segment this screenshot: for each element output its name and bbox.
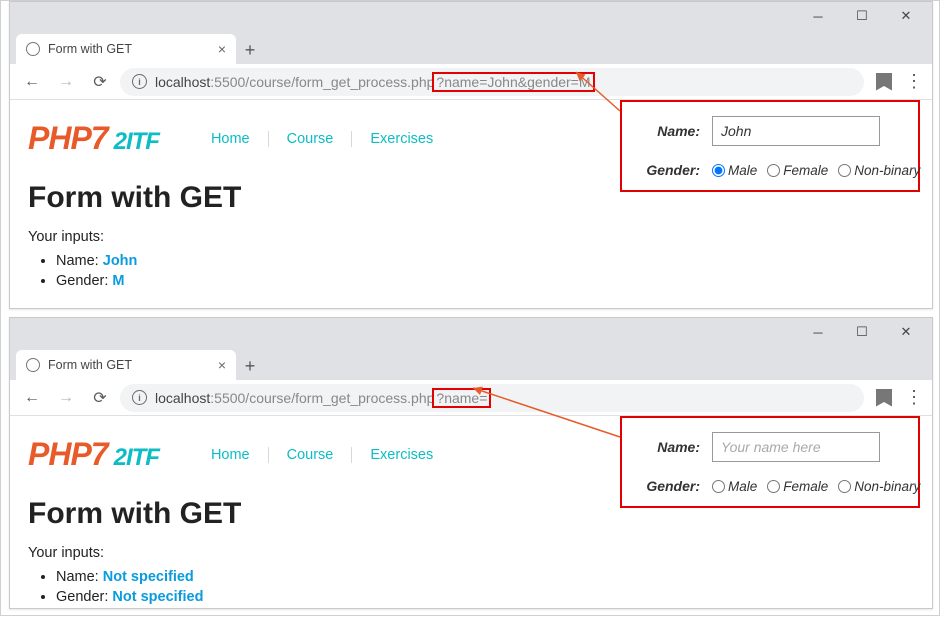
globe-icon <box>26 42 40 56</box>
inputs-list: Name: Not specified Gender: Not specifie… <box>28 567 914 607</box>
page-content: PHP7 2ITF Home Course Exercises Form wit… <box>10 416 932 617</box>
new-tab-button[interactable]: + <box>236 352 264 380</box>
forward-button[interactable]: → <box>52 68 80 96</box>
form-overlay: Name: Gender: Male Female Non-binary <box>620 416 920 508</box>
toolbar: ← → ⟳ i localhost:5500/course/form_get_p… <box>10 380 932 416</box>
radio-male-input[interactable] <box>712 480 725 493</box>
gender-value: Not specified <box>112 589 203 605</box>
back-button[interactable]: ← <box>18 68 46 96</box>
back-button[interactable]: ← <box>18 384 46 412</box>
brand-sub: 2ITF <box>114 444 159 472</box>
bookmark-icon[interactable] <box>870 73 898 91</box>
url-text: localhost:5500/course/form_get_process.p… <box>155 390 491 406</box>
tab-close-icon[interactable]: × <box>218 357 226 373</box>
browser-menu-button[interactable]: ⋮ <box>904 71 924 92</box>
gender-label: Gender: <box>636 162 700 178</box>
name-value: John <box>103 253 138 269</box>
site-brand[interactable]: PHP7 2ITF <box>28 120 159 157</box>
tab-title: Form with GET <box>48 42 210 56</box>
site-nav: Home Course Exercises <box>193 131 451 147</box>
radio-female-input[interactable] <box>767 164 780 177</box>
bookmark-icon[interactable] <box>870 389 898 407</box>
radio-nonbinary[interactable]: Non-binary <box>838 479 920 494</box>
address-bar[interactable]: i localhost:5500/course/form_get_process… <box>120 384 864 412</box>
url-query-highlight: ?name= <box>432 388 491 408</box>
nav-exercises[interactable]: Exercises <box>351 447 451 463</box>
radio-male[interactable]: Male <box>712 163 757 178</box>
window-minimize-button[interactable]: ─ <box>796 2 840 30</box>
nav-home[interactable]: Home <box>193 131 268 147</box>
site-nav: Home Course Exercises <box>193 447 451 463</box>
nav-course[interactable]: Course <box>268 131 352 147</box>
name-label: Name: <box>636 439 700 455</box>
browser-menu-button[interactable]: ⋮ <box>904 387 924 408</box>
list-item: Gender: M <box>56 271 914 291</box>
nav-exercises[interactable]: Exercises <box>351 131 451 147</box>
form-overlay: Name: Gender: Male Female Non-binary <box>620 100 920 192</box>
radio-female-input[interactable] <box>767 480 780 493</box>
url-query-highlight: ?name=John&gender=M <box>432 72 594 92</box>
window-maximize-button[interactable]: ☐ <box>840 318 884 346</box>
list-item: Name: John <box>56 251 914 271</box>
window-titlebar[interactable]: ─ ☐ ✕ <box>10 2 932 30</box>
tab-title: Form with GET <box>48 358 210 372</box>
inputs-heading: Your inputs: <box>28 229 914 245</box>
nav-course[interactable]: Course <box>268 447 352 463</box>
site-info-icon[interactable]: i <box>132 390 147 405</box>
name-label: Name: <box>636 123 700 139</box>
radio-nonbinary[interactable]: Non-binary <box>838 163 920 178</box>
brand-main: PHP7 <box>28 120 108 157</box>
tab-bar: Form with GET × + <box>10 30 932 64</box>
window-close-button[interactable]: ✕ <box>884 318 928 346</box>
toolbar: ← → ⟳ i localhost:5500/course/form_get_p… <box>10 64 932 100</box>
radio-nonbinary-input[interactable] <box>838 164 851 177</box>
window-close-button[interactable]: ✕ <box>884 2 928 30</box>
globe-icon <box>26 358 40 372</box>
url-text: localhost:5500/course/form_get_process.p… <box>155 74 595 90</box>
nav-home[interactable]: Home <box>193 447 268 463</box>
site-brand[interactable]: PHP7 2ITF <box>28 436 159 473</box>
inputs-heading: Your inputs: <box>28 545 914 561</box>
inputs-list: Name: John Gender: M <box>28 251 914 291</box>
browser-tab[interactable]: Form with GET × <box>16 350 236 380</box>
window-titlebar[interactable]: ─ ☐ ✕ <box>10 318 932 346</box>
radio-male[interactable]: Male <box>712 479 757 494</box>
name-input[interactable] <box>712 432 880 462</box>
reload-button[interactable]: ⟳ <box>86 384 114 412</box>
gender-value: M <box>112 273 124 289</box>
browser-tab[interactable]: Form with GET × <box>16 34 236 64</box>
window-maximize-button[interactable]: ☐ <box>840 2 884 30</box>
tab-close-icon[interactable]: × <box>218 41 226 57</box>
brand-sub: 2ITF <box>114 128 159 156</box>
page-content: PHP7 2ITF Home Course Exercises Form wit… <box>10 100 932 301</box>
reload-button[interactable]: ⟳ <box>86 68 114 96</box>
forward-button[interactable]: → <box>52 384 80 412</box>
browser-window-2: ─ ☐ ✕ Form with GET × + ← → ⟳ i localhos… <box>9 317 933 609</box>
name-value: Not specified <box>103 569 194 585</box>
radio-nonbinary-input[interactable] <box>838 480 851 493</box>
window-minimize-button[interactable]: ─ <box>796 318 840 346</box>
gender-label: Gender: <box>636 478 700 494</box>
site-info-icon[interactable]: i <box>132 74 147 89</box>
browser-window-1: ─ ☐ ✕ Form with GET × + ← → ⟳ i localhos… <box>9 1 933 309</box>
new-tab-button[interactable]: + <box>236 36 264 64</box>
address-bar[interactable]: i localhost:5500/course/form_get_process… <box>120 68 864 96</box>
radio-female[interactable]: Female <box>767 479 828 494</box>
tab-bar: Form with GET × + <box>10 346 932 380</box>
list-item: Gender: Not specified <box>56 587 914 607</box>
brand-main: PHP7 <box>28 436 108 473</box>
radio-female[interactable]: Female <box>767 163 828 178</box>
name-input[interactable] <box>712 116 880 146</box>
radio-male-input[interactable] <box>712 164 725 177</box>
list-item: Name: Not specified <box>56 567 914 587</box>
